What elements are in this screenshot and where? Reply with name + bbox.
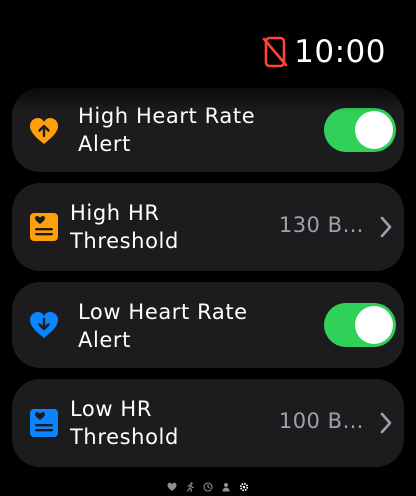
chevron-right-icon xyxy=(380,412,392,434)
toggle-knob xyxy=(355,111,393,149)
low-hr-threshold-row[interactable]: Low HR Threshold 100 B… xyxy=(12,379,404,467)
high-heart-rate-alert-toggle[interactable] xyxy=(324,108,396,152)
heart-icon[interactable] xyxy=(167,482,177,492)
heart-arrow-down-icon xyxy=(30,312,58,338)
high-hr-threshold-value: 130 B… xyxy=(278,213,364,237)
low-hr-threshold-label: Low HR Threshold xyxy=(70,397,179,449)
heart-document-icon xyxy=(30,409,58,437)
low-hr-threshold-value: 100 B… xyxy=(278,409,364,433)
high-heart-rate-alert-label: High Heart Rate Alert xyxy=(78,104,256,156)
phone-disconnected-icon xyxy=(262,36,288,68)
high-heart-rate-alert-row[interactable]: High Heart Rate Alert xyxy=(12,88,404,172)
chevron-right-icon xyxy=(380,216,392,238)
heart-arrow-up-icon xyxy=(30,118,58,144)
clock-icon[interactable] xyxy=(203,482,213,492)
status-bar: 10:00 xyxy=(262,30,386,74)
person-icon[interactable] xyxy=(221,482,231,492)
heart-document-icon xyxy=(30,213,58,241)
low-heart-rate-alert-label: Low Heart Rate Alert xyxy=(78,300,248,352)
gear-icon[interactable] xyxy=(239,482,249,492)
high-hr-threshold-row[interactable]: High HR Threshold 130 B… xyxy=(12,183,404,271)
low-heart-rate-alert-row[interactable]: Low Heart Rate Alert xyxy=(12,282,404,368)
toggle-knob xyxy=(355,306,393,344)
low-heart-rate-alert-toggle[interactable] xyxy=(324,303,396,347)
clock: 10:00 xyxy=(294,34,386,70)
page-indicator xyxy=(0,482,416,492)
run-icon[interactable] xyxy=(185,482,195,492)
high-hr-threshold-label: High HR Threshold xyxy=(70,201,179,253)
